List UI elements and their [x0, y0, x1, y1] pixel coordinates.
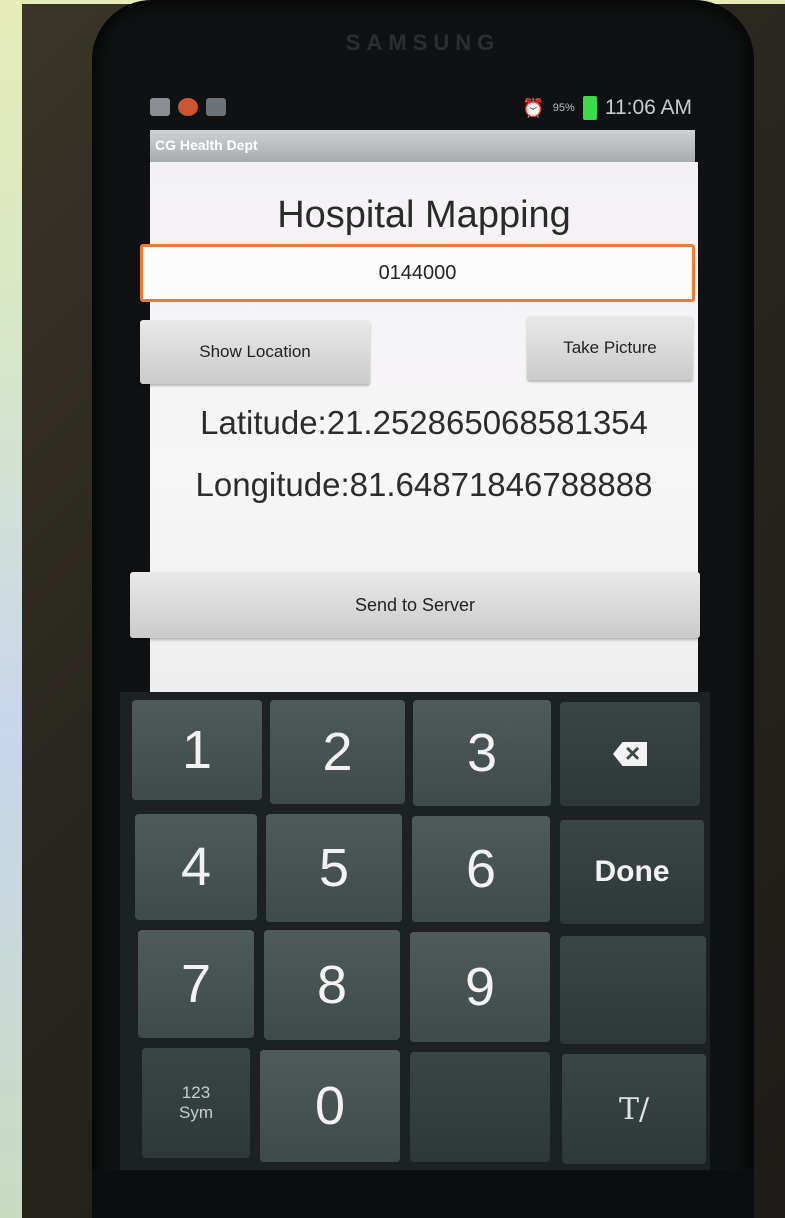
key-8[interactable]: 8	[264, 930, 400, 1040]
status-clock: 11:06 AM	[604, 96, 692, 119]
take-picture-button[interactable]: Take Picture	[527, 316, 693, 380]
text-mode-icon: T/	[618, 1091, 650, 1127]
show-location-button[interactable]: Show Location	[140, 320, 370, 384]
key-2[interactable]: 2	[270, 700, 405, 804]
longitude-text: Longitude:81.64871846788888	[195, 466, 653, 503]
app-content: Hospital Mapping 0144000 Show Location T…	[130, 162, 700, 692]
key-3[interactable]: 3	[413, 700, 551, 806]
backspace-icon	[613, 742, 647, 766]
brand-label: SAMSUNG	[345, 30, 501, 55]
message-icon	[150, 98, 170, 116]
latitude-text: Latitude:21.252865068581354	[200, 404, 648, 441]
key-7[interactable]: 7	[138, 930, 254, 1038]
blank-key-right[interactable]	[560, 936, 706, 1044]
text-mode-key[interactable]: T/	[562, 1054, 706, 1164]
battery-icon	[582, 96, 597, 120]
key-9[interactable]: 9	[410, 932, 550, 1042]
alarm-icon: ⏰	[522, 97, 545, 118]
key-6[interactable]: 6	[412, 816, 550, 922]
symbols-key[interactable]: 123 Sym	[142, 1048, 250, 1158]
notification-icons	[150, 98, 226, 116]
key-5[interactable]: 5	[266, 814, 402, 922]
blank-key-middle[interactable]	[410, 1052, 550, 1162]
key-4[interactable]: 4	[135, 814, 257, 920]
key-1[interactable]: 1	[132, 700, 262, 800]
status-bar: ⏰ 95% 11:06 AM	[140, 92, 700, 128]
window-title: CG Health Dept	[155, 137, 258, 153]
done-key[interactable]: Done	[560, 820, 704, 924]
backspace-key[interactable]	[560, 702, 700, 806]
hospital-code-input[interactable]: 0144000	[140, 244, 695, 302]
numeric-keypad: 1 2 3 4 5 6 Done 7 8 9 123 Sym 0 T/	[120, 692, 710, 1170]
symbols-key-line2: Sym	[179, 1103, 213, 1122]
signal-icon: 95%	[552, 102, 575, 114]
status-indicators: ⏰ 95% 11:06 AM	[522, 96, 692, 120]
misc-notification-icon	[206, 98, 226, 116]
phone-bottom-bezel	[92, 1170, 754, 1218]
app-notification-icon	[178, 98, 198, 116]
page-title: Hospital Mapping	[277, 194, 571, 236]
send-to-server-button[interactable]: Send to Server	[130, 572, 700, 638]
key-0[interactable]: 0	[260, 1050, 400, 1162]
app-title-bar: CG Health Dept	[150, 130, 695, 162]
symbols-key-line1: 123	[181, 1083, 211, 1102]
